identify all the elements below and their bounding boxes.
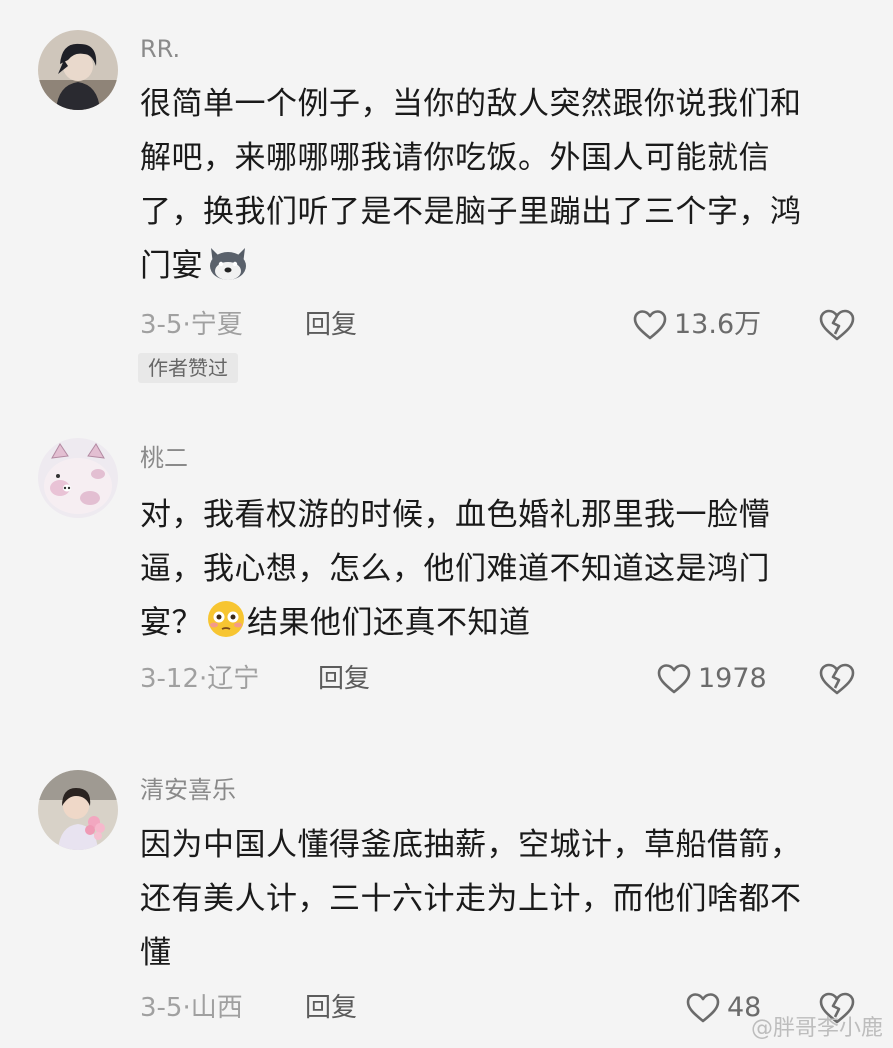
comment-1: RR. 很简单一个例子，当你的敌人突然跟你说我们和 解吧，来哪哪哪我请你吃饭。外… [0, 0, 893, 400]
date-location: 3-5·宁夏 [140, 310, 243, 340]
heart-outline-icon [657, 664, 691, 694]
avatar[interactable] [38, 438, 118, 518]
comment-text: 对，我看权游的时候，血色婚礼那里我一脸懵 逼，我心想，怎么，他们难道不知道这是鸿… [140, 488, 860, 656]
username[interactable]: RR. [140, 34, 180, 64]
like-button[interactable]: 13.6万 [632, 308, 761, 342]
reply-button[interactable]: 回复 [318, 662, 370, 696]
comment-line: 很简单一个例子，当你的敌人突然跟你说我们和 [140, 86, 802, 122]
reply-button[interactable]: 回复 [305, 991, 357, 1025]
username[interactable]: 桃二 [140, 443, 188, 473]
like-count: 13.6万 [674, 309, 762, 340]
author-liked-badge: 作者赞过 [138, 353, 238, 383]
broken-heart-icon [819, 309, 855, 341]
dislike-button[interactable] [818, 308, 856, 346]
watermark: @胖哥李小鹿 [750, 1016, 883, 1041]
date-location: 3-12·辽宁 [140, 664, 260, 694]
comment-line: 宴？ 结果他们还真不知道 [140, 596, 860, 656]
avatar[interactable] [38, 770, 118, 850]
comment-line: 门宴 [140, 239, 860, 299]
comment-line: 对，我看权游的时候，血色婚礼那里我一脸懵 [140, 497, 770, 533]
like-count: 1978 [698, 663, 767, 694]
comment-text: 因为中国人懂得釜底抽薪，空城计，草船借箭， 还有美人计，三十六计走为上计，而他们… [140, 818, 860, 980]
comment-line: 懂 [140, 935, 172, 971]
reply-button[interactable]: 回复 [305, 308, 357, 342]
husky-face-emoji [205, 244, 251, 299]
comment-line: 逼，我心想，怎么，他们难道不知道这是鸿门 [140, 551, 770, 587]
comment-line: 因为中国人懂得釜底抽薪，空城计，草船借箭， [140, 827, 802, 863]
date-location: 3-5·山西 [140, 993, 243, 1023]
flushed-face-emoji [205, 599, 247, 656]
username[interactable]: 清安喜乐 [140, 775, 236, 805]
broken-heart-icon [819, 663, 855, 695]
heart-outline-icon [686, 993, 720, 1023]
comment-text: 很简单一个例子，当你的敌人突然跟你说我们和 解吧，来哪哪哪我请你吃饭。外国人可能… [140, 77, 860, 299]
like-button[interactable]: 48 [685, 991, 761, 1025]
comment-line: 还有美人计，三十六计走为上计，而他们啥都不 [140, 881, 802, 917]
heart-outline-icon [633, 310, 667, 340]
comment-line: 了，换我们听了是不是脑子里蹦出了三个字，鸿 [140, 194, 802, 230]
dislike-button[interactable] [818, 662, 856, 700]
avatar[interactable] [38, 30, 118, 110]
comment-line: 解吧，来哪哪哪我请你吃饭。外国人可能就信 [140, 140, 770, 176]
like-button[interactable]: 1978 [656, 662, 767, 696]
